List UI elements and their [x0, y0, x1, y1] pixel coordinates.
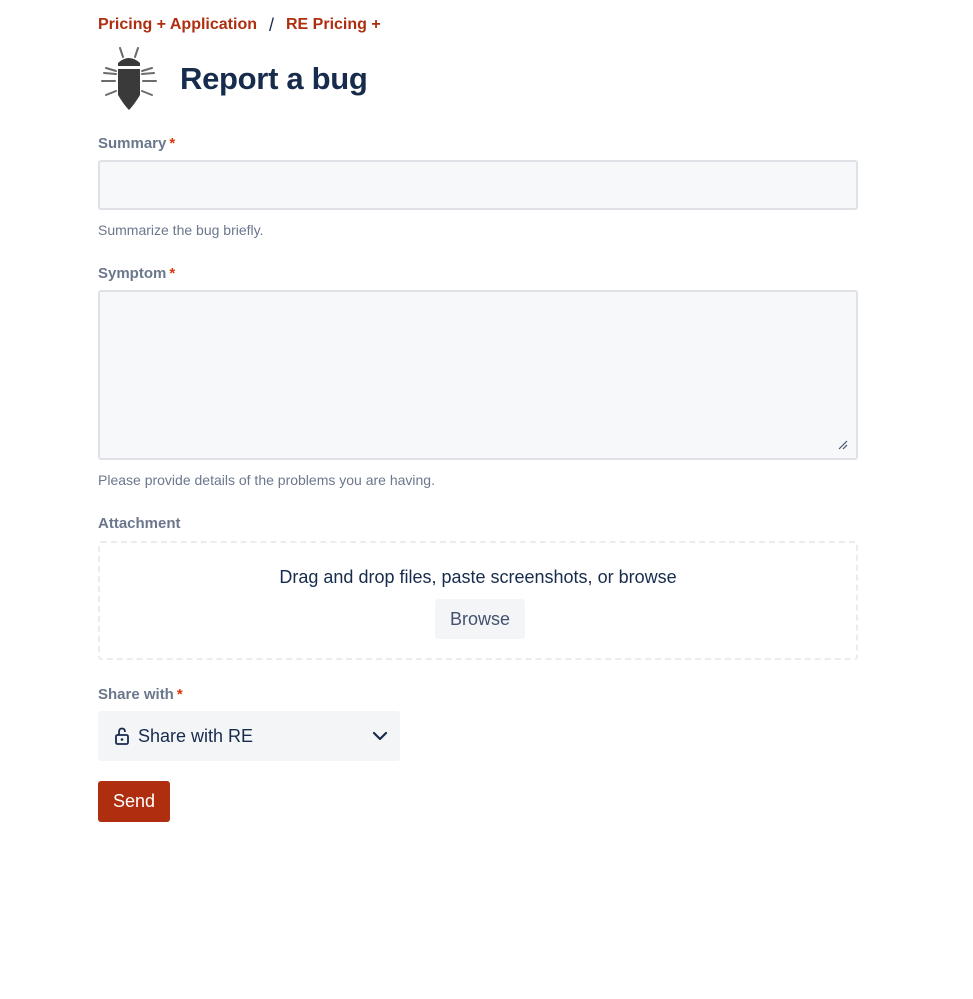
- breadcrumb: Pricing + Application / RE Pricing +: [98, 14, 381, 36]
- page-header: Report a bug: [98, 44, 368, 114]
- share-with-select[interactable]: Share with RE: [98, 711, 400, 761]
- summary-help-text: Summarize the bug briefly.: [98, 222, 264, 238]
- required-asterisk: *: [169, 135, 176, 152]
- summary-label: Summary *: [98, 135, 175, 152]
- send-button[interactable]: Send: [98, 781, 170, 822]
- page-title: Report a bug: [180, 61, 368, 96]
- share-with-value: Share with RE: [138, 725, 254, 746]
- bug-icon: [101, 47, 157, 110]
- required-asterisk: *: [169, 265, 176, 282]
- summary-label-text: Summary: [98, 135, 167, 152]
- lock-icon: [115, 727, 129, 745]
- browse-button[interactable]: Browse: [435, 599, 525, 639]
- attachment-dropzone[interactable]: Drag and drop files, paste screenshots, …: [98, 541, 858, 660]
- symptom-help-text: Please provide details of the problems y…: [98, 472, 435, 488]
- resize-handle-icon[interactable]: [838, 440, 848, 450]
- share-with-label: Share with *: [98, 686, 183, 703]
- chevron-down-icon[interactable]: [372, 728, 388, 744]
- symptom-label: Symptom *: [98, 265, 175, 282]
- breadcrumb-item-pricing-application[interactable]: Pricing + Application: [98, 16, 257, 34]
- symptom-label-text: Symptom: [98, 265, 167, 282]
- summary-input[interactable]: [98, 160, 858, 210]
- symptom-textarea[interactable]: [98, 290, 858, 460]
- breadcrumb-item-re-pricing[interactable]: RE Pricing +: [286, 16, 381, 34]
- breadcrumb-separator: /: [268, 14, 274, 35]
- share-with-label-text: Share with: [98, 686, 174, 703]
- required-asterisk: *: [176, 686, 183, 703]
- attachment-label: Attachment: [98, 515, 181, 532]
- dropzone-text: Drag and drop files, paste screenshots, …: [279, 567, 677, 587]
